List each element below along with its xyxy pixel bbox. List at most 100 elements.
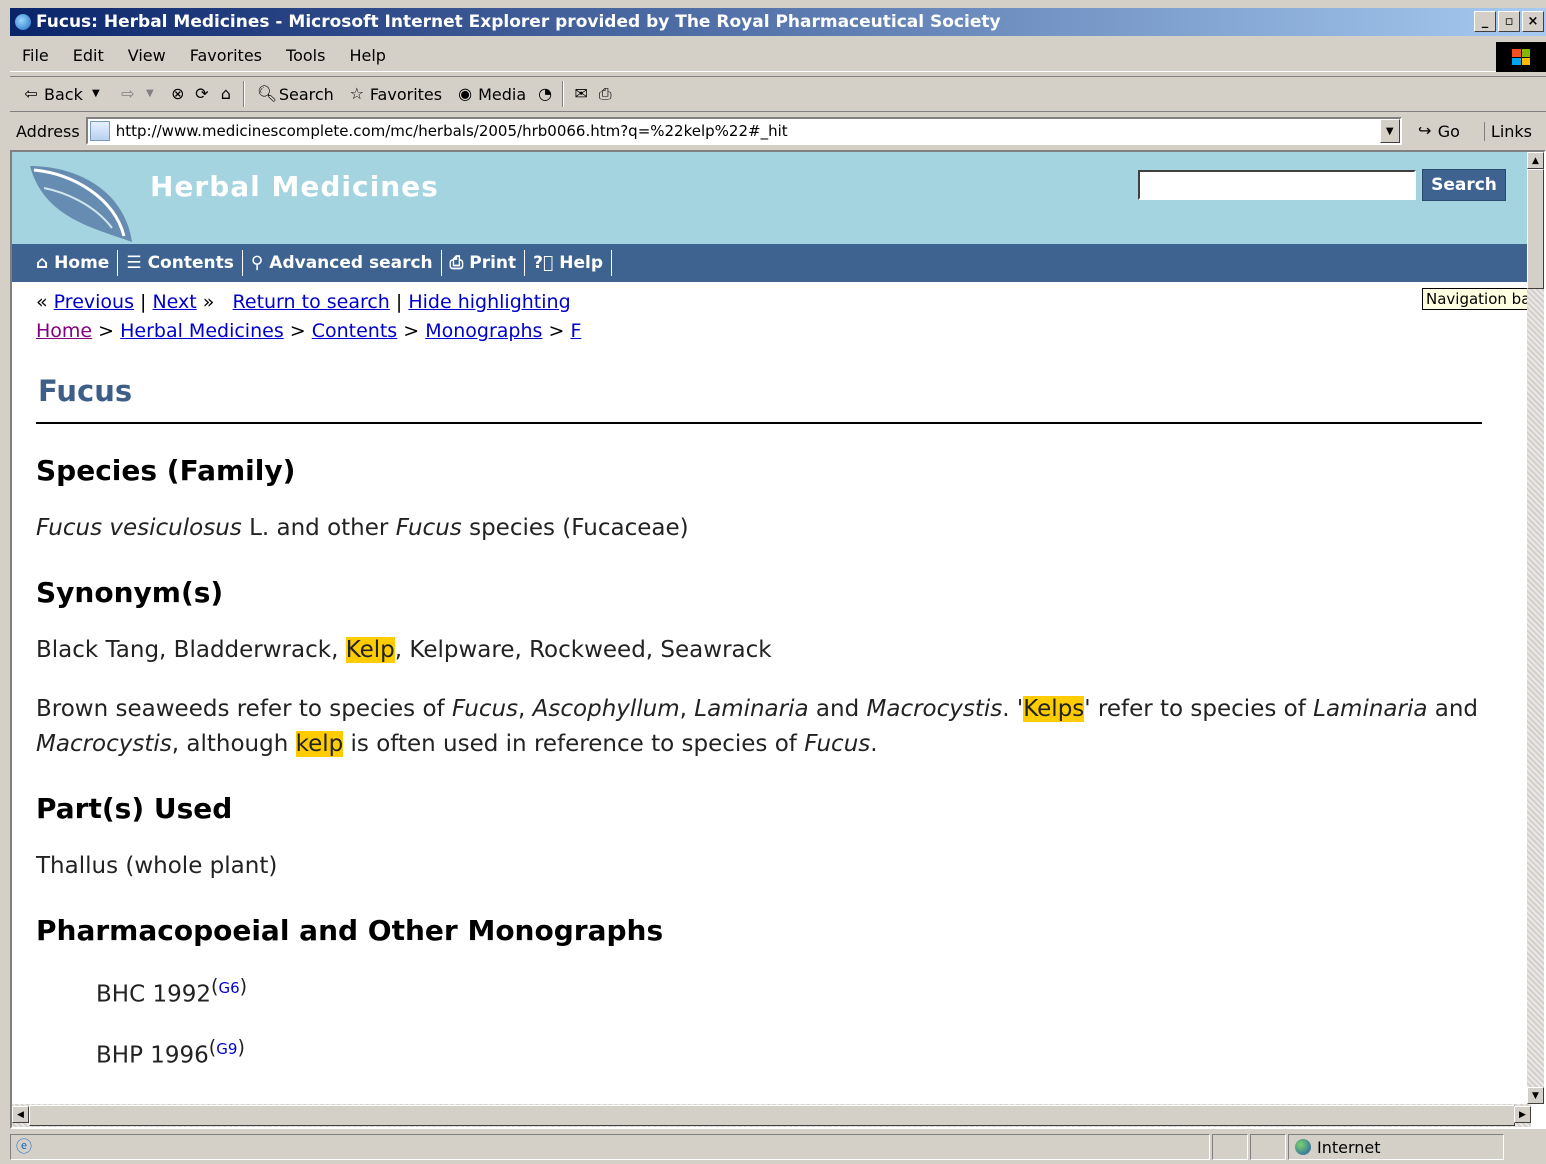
favorites-button[interactable]: ☆ Favorites — [344, 83, 446, 106]
site-header: Herbal Medicines Search — [12, 152, 1531, 244]
search-highlight: kelp — [295, 731, 344, 757]
nav-help-label: Help — [559, 253, 604, 273]
go-button[interactable]: ↪ Go — [1416, 122, 1460, 141]
site-nav: ⌂ Home ☰ Contents ⚲ Advanced search ⎙ Pr… — [12, 244, 1531, 282]
horizontal-scrollbar[interactable]: ◀ ▶ — [12, 1104, 1531, 1127]
scroll-up-icon[interactable]: ▲ — [1527, 152, 1544, 169]
security-zone: Internet — [1288, 1134, 1504, 1160]
search-button[interactable]: 🔍︎ Search — [253, 83, 338, 106]
species-heading: Species (Family) — [36, 454, 296, 487]
breadcrumb-monographs[interactable]: Monographs — [425, 320, 542, 342]
species-text: Fucus vesiculosus L. and other Fucus spe… — [36, 515, 689, 541]
favorites-label: Favorites — [369, 84, 443, 104]
scroll-thumb[interactable] — [29, 1105, 1515, 1126]
maximize-button[interactable]: ▫ — [1498, 11, 1520, 32]
ie-icon — [14, 13, 32, 31]
links-button[interactable]: Links — [1483, 121, 1532, 141]
forward-button[interactable]: ⇨ ▼ — [115, 83, 163, 105]
nav-contents[interactable]: ☰ Contents — [118, 253, 242, 273]
menu-edit[interactable]: Edit — [61, 46, 116, 65]
reference-link[interactable]: G9 — [216, 1040, 237, 1058]
scroll-right-icon[interactable]: ▶ — [1514, 1106, 1531, 1123]
chevron-down-icon[interactable]: ▼ — [141, 85, 159, 103]
nav-print[interactable]: ⎙ Print — [442, 253, 525, 273]
menu-file[interactable]: File — [10, 46, 61, 65]
stop-icon[interactable]: ⊗ — [169, 85, 187, 103]
previous-link[interactable]: Previous — [54, 291, 134, 313]
home-icon: ⌂ — [36, 253, 49, 273]
site-search-button[interactable]: Search — [1422, 169, 1506, 201]
search-highlight: Kelps — [1023, 696, 1085, 722]
site-search-input[interactable] — [1138, 170, 1416, 200]
vertical-scrollbar[interactable]: ▲ ▼ — [1527, 152, 1544, 1104]
menu-help[interactable]: Help — [337, 46, 397, 65]
scroll-left-icon[interactable]: ◀ — [12, 1106, 29, 1123]
site-title: Herbal Medicines — [150, 170, 439, 203]
return-to-search-link[interactable]: Return to search — [233, 291, 390, 313]
address-label: Address — [16, 121, 80, 141]
monograph-entry: BHC 1992(G6) — [96, 975, 248, 1008]
printer-icon: ⎙ — [449, 253, 464, 273]
help-icon: ?⃞ — [533, 253, 554, 273]
globe-icon — [1295, 1139, 1311, 1155]
parts-heading: Part(s) Used — [36, 792, 233, 825]
media-icon: ◉ — [458, 84, 473, 103]
breadcrumb-f[interactable]: F — [570, 320, 581, 342]
window-title: Fucus: Herbal Medicines - Microsoft Inte… — [36, 12, 1001, 32]
magnifier-icon: ⚲ — [250, 253, 264, 273]
status-cell — [1250, 1134, 1286, 1160]
chevron-down-icon[interactable]: ▼ — [1379, 119, 1400, 143]
menu-view[interactable]: View — [116, 46, 178, 65]
browser-toolbar: ⇦ Back ▼ ⇨ ▼ ⊗ ⟳ ⌂ 🔍︎ Search ☆ Favorites… — [10, 76, 1546, 112]
next-link[interactable]: Next — [152, 291, 196, 313]
toolbar-separator — [562, 81, 565, 107]
page-title: Fucus — [38, 374, 133, 408]
scroll-thumb[interactable] — [1527, 169, 1544, 289]
mail-icon[interactable]: ✉ — [572, 85, 590, 103]
nav-divider — [611, 250, 613, 276]
tooltip: Navigation bar — [1422, 288, 1541, 310]
breadcrumb-herbal-medicines[interactable]: Herbal Medicines — [120, 320, 284, 342]
minimize-button[interactable]: _ — [1474, 11, 1496, 32]
nav-help[interactable]: ?⃞ Help — [525, 253, 611, 273]
refresh-icon[interactable]: ⟳ — [193, 85, 211, 103]
synonyms-heading: Synonym(s) — [36, 576, 224, 609]
monographs-heading: Pharmacopoeial and Other Monographs — [36, 914, 664, 947]
toolbar-separator — [242, 81, 245, 107]
status-text: ⓔ — [10, 1134, 1210, 1160]
media-label: Media — [478, 84, 527, 104]
breadcrumb: Home > Herbal Medicines > Contents > Mon… — [36, 320, 582, 342]
title-bar: Fucus: Herbal Medicines - Microsoft Inte… — [10, 8, 1546, 36]
breadcrumb-contents[interactable]: Contents — [312, 320, 397, 342]
scroll-down-icon[interactable]: ▼ — [1527, 1087, 1544, 1104]
media-button[interactable]: ◉ Media — [452, 83, 530, 106]
home-icon[interactable]: ⌂ — [217, 85, 235, 103]
synonyms-text: Black Tang, Bladderwrack, Kelp, Kelpware… — [36, 637, 772, 663]
parts-text: Thallus (whole plant) — [36, 853, 278, 879]
menu-tools[interactable]: Tools — [274, 46, 337, 65]
address-bar: Address http://www.medicinescomplete.com… — [10, 114, 1546, 148]
address-url[interactable]: http://www.medicinescomplete.com/mc/herb… — [116, 122, 788, 140]
search-highlight: Kelp — [345, 637, 395, 663]
breadcrumb-home[interactable]: Home — [36, 320, 92, 342]
forward-arrow-icon: ⇨ — [121, 84, 135, 103]
leaf-logo-icon — [30, 166, 132, 242]
chevron-down-icon[interactable]: ▼ — [87, 85, 105, 103]
search-label: Search — [278, 84, 334, 104]
menu-favorites[interactable]: Favorites — [178, 46, 274, 65]
list-icon: ☰ — [126, 253, 142, 273]
status-bar: ⓔ Internet — [10, 1132, 1546, 1162]
monograph-entry: BHP 1996(G9) — [96, 1035, 245, 1069]
back-button[interactable]: ⇦ Back ▼ — [18, 83, 109, 106]
zone-label: Internet — [1317, 1137, 1381, 1157]
status-cell — [1212, 1134, 1248, 1160]
hide-highlighting-link[interactable]: Hide highlighting — [408, 291, 570, 313]
search-icon: 🔍︎ — [256, 84, 278, 103]
nav-home[interactable]: ⌂ Home — [28, 253, 117, 273]
nav-advanced-search[interactable]: ⚲ Advanced search — [243, 253, 441, 273]
print-icon[interactable]: ⎙ — [596, 85, 614, 103]
history-icon[interactable]: ◔ — [536, 85, 554, 103]
reference-link[interactable]: G6 — [218, 979, 239, 997]
address-field[interactable]: http://www.medicinescomplete.com/mc/herb… — [85, 117, 1402, 145]
close-button[interactable]: × — [1522, 11, 1544, 32]
